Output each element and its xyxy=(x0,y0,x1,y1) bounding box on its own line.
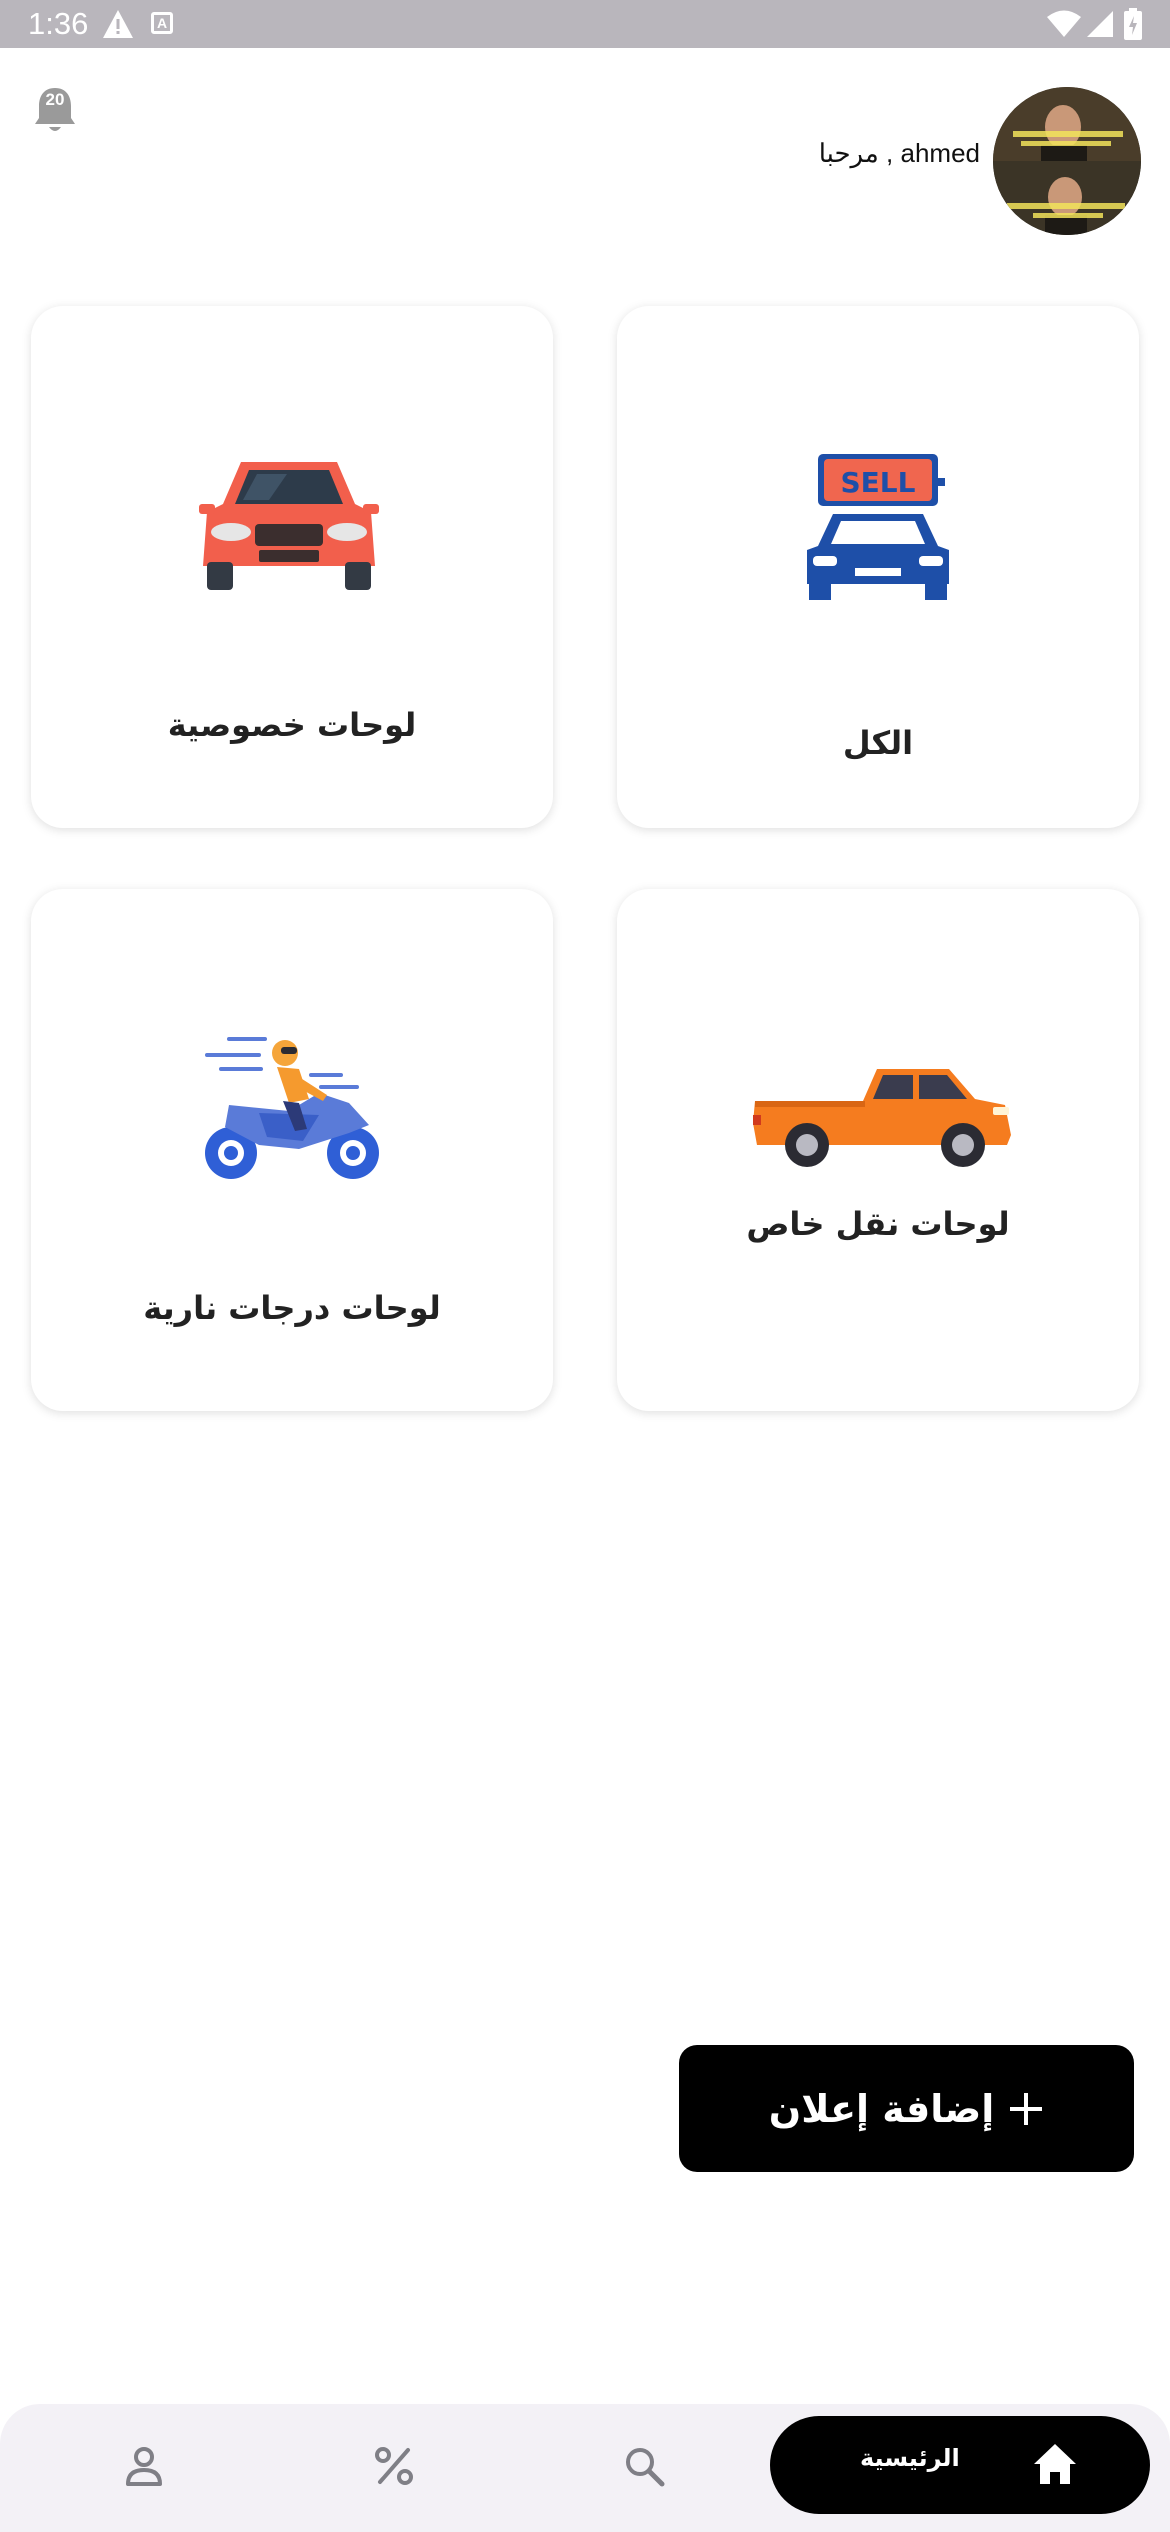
avatar-image xyxy=(993,87,1141,235)
greeting-text: مرحبا , ahmed xyxy=(818,138,980,168)
category-label: لوحات خصوصية xyxy=(167,706,417,744)
plus-icon xyxy=(1010,2092,1043,2125)
wifi-icon xyxy=(1047,10,1081,37)
notification-count-badge: 20 xyxy=(45,90,65,109)
category-card-motorcycle[interactable]: لوحات درجات نارية xyxy=(31,889,553,1411)
percent-icon[interactable] xyxy=(372,2444,416,2488)
sell-car-icon: SELL xyxy=(807,454,949,600)
category-label: الكل xyxy=(842,724,914,762)
nav-home-tab[interactable]: الرئيسية xyxy=(770,2416,1150,2514)
add-ad-label: إضافة إعلان xyxy=(768,2086,995,2131)
private-car-icon xyxy=(199,462,379,590)
signal-icon xyxy=(1087,11,1113,37)
search-icon[interactable] xyxy=(622,2444,666,2488)
category-card-all[interactable]: SELL الكل xyxy=(617,306,1139,828)
font-indicator-icon: A xyxy=(151,12,173,34)
status-time: 1:36 xyxy=(28,6,89,41)
battery-icon xyxy=(1124,8,1142,40)
add-ad-button[interactable]: إضافة إعلان xyxy=(679,2045,1134,2172)
profile-icon[interactable] xyxy=(122,2444,166,2488)
motorcycle-icon xyxy=(205,1037,379,1179)
alert-icon xyxy=(103,10,133,38)
category-card-transport[interactable]: لوحات نقل خاص xyxy=(617,889,1139,1411)
sell-sign-text: SELL xyxy=(841,466,916,499)
home-icon xyxy=(1034,2444,1076,2484)
avatar[interactable] xyxy=(993,87,1141,235)
bottom-nav: الرئيسية xyxy=(0,2404,1170,2532)
category-card-private[interactable]: لوحات خصوصية xyxy=(31,306,553,828)
status-bar: 1:36 A xyxy=(0,0,1170,48)
nav-home-label: الرئيسية xyxy=(860,2444,960,2472)
pickup-truck-icon xyxy=(753,1069,1011,1167)
category-label: لوحات نقل خاص xyxy=(746,1205,1010,1243)
notifications-button[interactable]: 20 xyxy=(32,84,78,136)
category-label: لوحات درجات نارية xyxy=(143,1289,441,1327)
